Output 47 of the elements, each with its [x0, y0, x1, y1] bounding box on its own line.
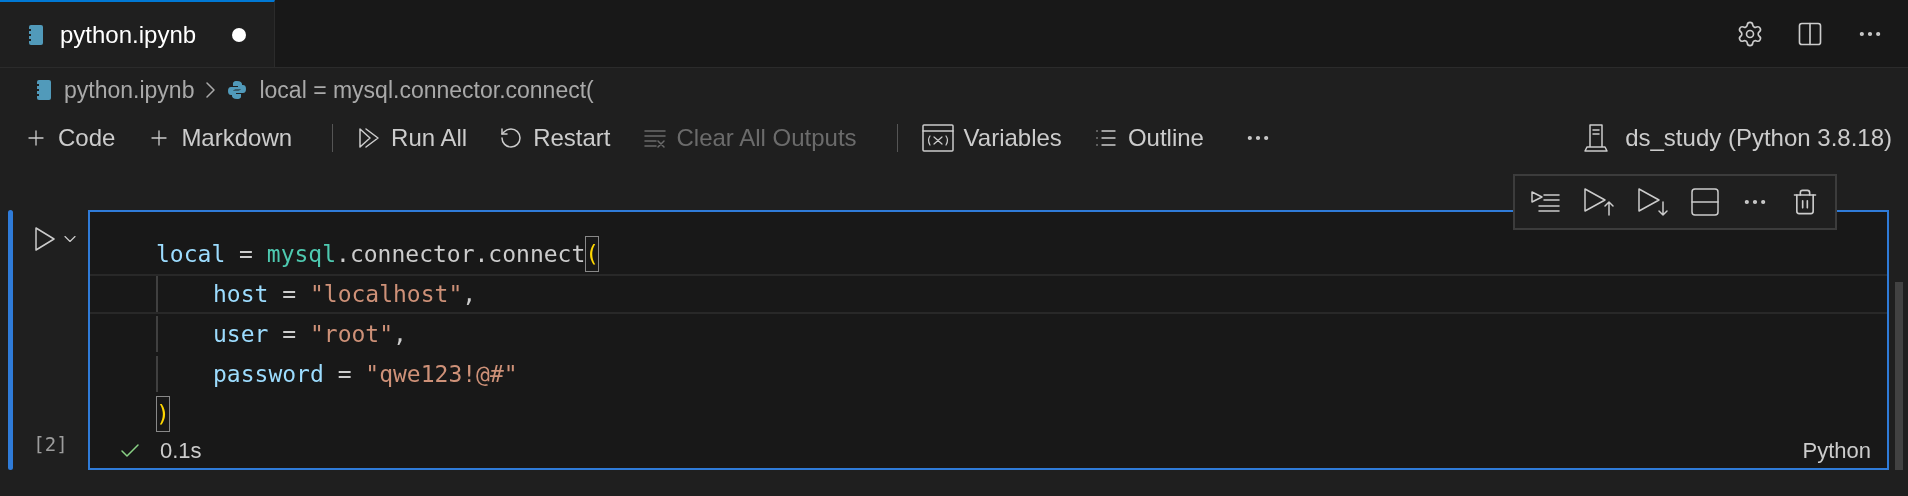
- breadcrumb-item[interactable]: local = mysql.connector.connect(: [259, 72, 594, 108]
- toolbar-button[interactable]: Outline: [1085, 120, 1212, 156]
- variables-icon: [921, 124, 954, 152]
- split-cell-icon[interactable]: [1691, 188, 1719, 216]
- cell-language[interactable]: Python: [1802, 434, 1871, 467]
- restart-icon: [499, 126, 524, 150]
- toolbar-button[interactable]: Markdown: [139, 120, 301, 156]
- notebook-icon: [28, 23, 44, 46]
- code-token: ,: [462, 280, 477, 309]
- code-token: host: [213, 280, 269, 309]
- code-token: "localhost": [309, 280, 463, 309]
- run-below-icon[interactable]: [1637, 187, 1669, 217]
- toolbar-button[interactable]: Variables: [913, 120, 1070, 156]
- python-icon: [227, 80, 248, 100]
- code-token: local: [156, 240, 226, 269]
- settings-icon[interactable]: [1736, 19, 1764, 48]
- code-token: "root": [309, 320, 394, 349]
- toolbar-button[interactable]: Restart: [491, 120, 619, 156]
- delete-icon[interactable]: [1791, 188, 1819, 216]
- code-token: =: [281, 280, 298, 309]
- code-token: user: [213, 320, 269, 349]
- code-token: =: [281, 320, 298, 349]
- code-token: =: [238, 240, 254, 269]
- toolbar-button[interactable]: Code: [16, 120, 124, 156]
- run-above-icon[interactable]: [1583, 187, 1615, 217]
- code-token: password: [213, 360, 324, 389]
- editor-tab[interactable]: python.ipynb: [0, 0, 275, 67]
- code-token: mysql: [266, 240, 337, 269]
- kernel-picker[interactable]: ds_study (Python 3.8.18): [1625, 120, 1892, 156]
- code-token: ): [156, 396, 170, 432]
- run-cell-icon[interactable]: [33, 226, 56, 252]
- notebook-icon: [36, 79, 52, 101]
- run-all-icon: [357, 126, 382, 150]
- code-token: =: [336, 360, 353, 389]
- scrollbar[interactable]: [1895, 282, 1903, 470]
- execution-count: [2]: [33, 431, 68, 457]
- code-token: ,: [393, 320, 407, 349]
- toolbar-button[interactable]: Run All: [349, 120, 476, 156]
- code-token: (: [585, 236, 600, 272]
- code-token: "qwe123!@#": [365, 360, 518, 389]
- kernel-icon: [1583, 123, 1610, 153]
- breadcrumb-item[interactable]: python.ipynb: [64, 72, 195, 108]
- execution-time: 0.1s: [160, 437, 202, 465]
- code-token: .connector.connect: [336, 240, 586, 269]
- execute-above-icon[interactable]: [1531, 190, 1561, 214]
- chevron-right-icon: [206, 82, 216, 98]
- tab-title: python.ipynb: [60, 19, 197, 50]
